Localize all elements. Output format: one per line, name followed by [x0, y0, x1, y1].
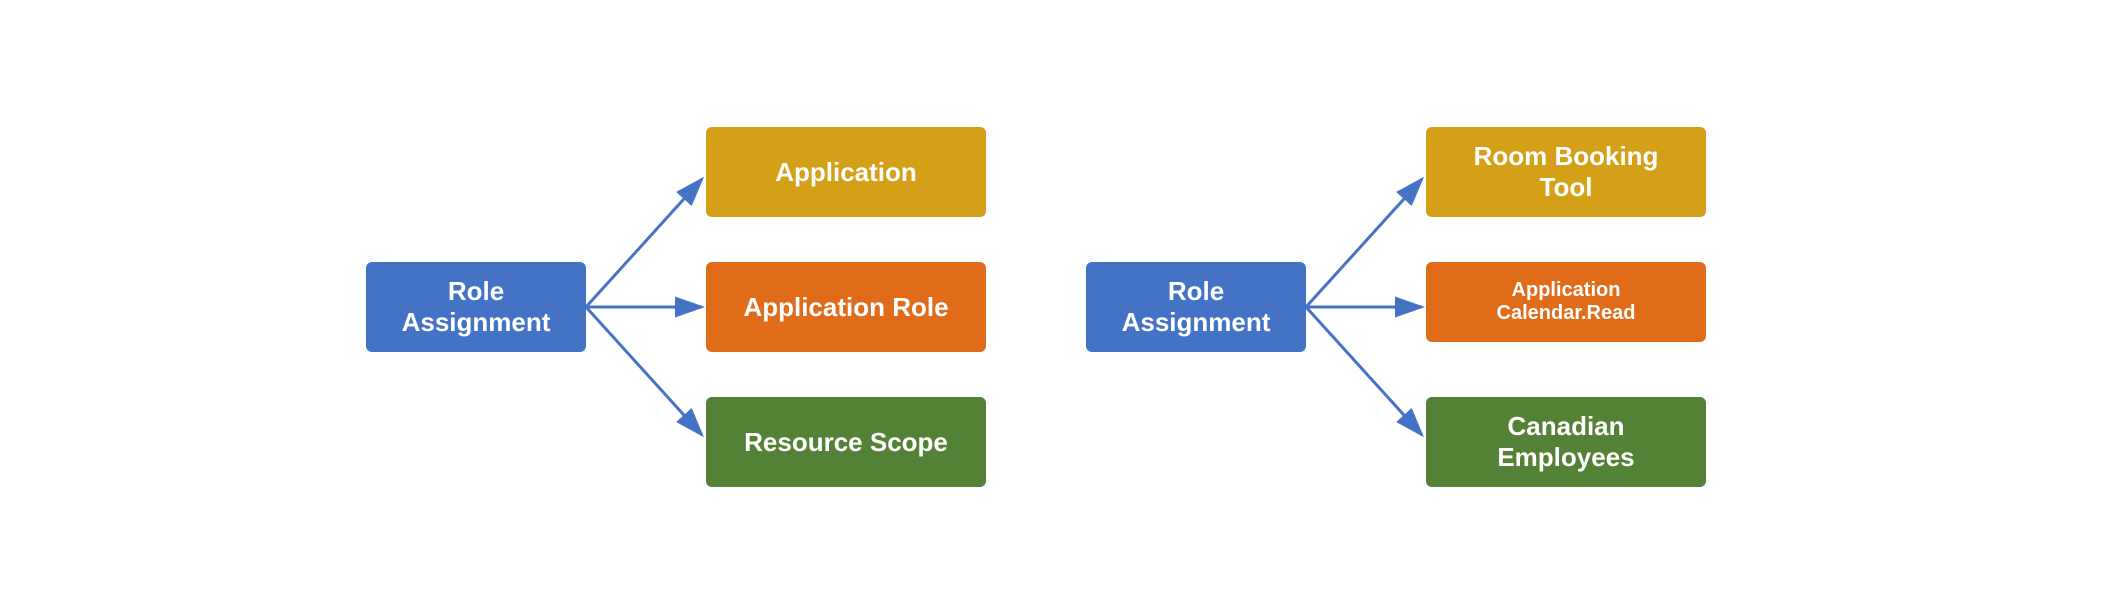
resource-scope-label-box: Resource Scope [706, 397, 986, 487]
role-assignment-box-2: Role Assignment [1086, 262, 1306, 352]
diagram-1: Role Assignment Application Application … [366, 127, 966, 487]
application-label: Application [775, 157, 917, 188]
room-booking-box: Room Booking Tool [1426, 127, 1706, 217]
resource-scope-box: Resource Scope [706, 397, 986, 487]
application-role-label: Application Role [743, 292, 948, 323]
application-role-label-box: Application Role [706, 262, 986, 352]
application-box: Application [706, 127, 986, 217]
diagram-2: Role Assignment Room Booking Tool Applic… [1086, 127, 1746, 487]
role-assignment-label-1: Role Assignment [384, 276, 568, 338]
canadian-employees-label-box: Canadian Employees [1426, 397, 1706, 487]
calendar-read-label-box: Application Calendar.Read [1426, 262, 1706, 342]
diagram-2-source: Role Assignment [1086, 262, 1306, 352]
calendar-read-box: Application Calendar.Read [1426, 262, 1706, 342]
role-assignment-box-1: Role Assignment [366, 262, 586, 352]
diagram-1-source: Role Assignment [366, 262, 586, 352]
room-booking-label-box: Room Booking Tool [1426, 127, 1706, 217]
canadian-employees-label: Canadian Employees [1444, 411, 1688, 473]
room-booking-label: Room Booking Tool [1444, 141, 1688, 203]
calendar-read-label: Application Calendar.Read [1444, 279, 1688, 325]
application-label-box: Application [706, 127, 986, 217]
role-assignment-label-2: Role Assignment [1104, 276, 1288, 338]
application-role-box: Application Role [706, 262, 986, 352]
diagrams-container: Role Assignment Application Application … [0, 0, 2112, 614]
canadian-employees-box: Canadian Employees [1426, 397, 1706, 487]
resource-scope-label: Resource Scope [744, 427, 948, 458]
